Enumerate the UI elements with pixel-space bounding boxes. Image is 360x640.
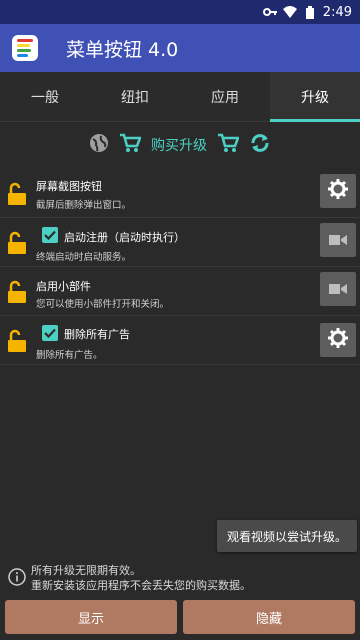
vpn-key-icon (262, 6, 277, 18)
hide-button[interactable]: 隐藏 (183, 600, 355, 634)
app-bar: 菜单按钮 4.0 (0, 24, 360, 72)
video-camera-icon (329, 231, 347, 250)
video-camera-icon (329, 280, 347, 299)
info-icon (8, 568, 26, 586)
unlocked-lock-icon (7, 329, 27, 353)
unlocked-lock-icon (7, 280, 27, 304)
setting-description: 您可以使用小部件打开和关闭。 (36, 299, 170, 310)
setting-description: 截屏后删除弹出窗口。 (36, 200, 132, 211)
setting-title: 启用小部件 (36, 280, 91, 293)
setting-remove-ads: 删除所有广告 删除所有广告。 (0, 317, 360, 365)
refresh-icon[interactable] (249, 132, 271, 158)
status-time: 2:49 (322, 4, 352, 20)
setting-enable-widget: 启用小部件 您可以使用小部件打开和关闭。 (0, 268, 360, 316)
gear-icon (328, 179, 348, 203)
battery-icon (303, 5, 317, 19)
tab-upgrade[interactable]: 升级 (270, 72, 360, 122)
app-logo-icon (12, 35, 38, 61)
buy-upgrade-label[interactable]: 购买升级 (151, 135, 207, 155)
setting-screenshot-button: 屏幕截图按钮 截屏后删除弹出窗口。 (0, 170, 360, 218)
globe-icon[interactable] (89, 133, 109, 157)
cart-icon[interactable] (217, 133, 240, 157)
setting-checkbox[interactable] (42, 325, 58, 341)
gear-icon (328, 328, 348, 352)
buy-row: 购买升级 (0, 130, 360, 160)
setting-description: 删除所有广告。 (36, 350, 103, 361)
video-tooltip[interactable]: 观看视频以尝试升级。 (217, 520, 357, 552)
info-text-line-1: 所有升级无限期有效。 (31, 564, 141, 577)
setting-title: 启动注册（启动时执行） (64, 231, 185, 244)
show-button[interactable]: 显示 (5, 600, 177, 634)
setting-checkbox[interactable] (42, 227, 58, 243)
cart-icon[interactable] (119, 133, 142, 157)
tab-bar: 一般 纽扣 应用 升级 (0, 72, 360, 122)
setting-title: 屏幕截图按钮 (36, 180, 102, 193)
gear-button[interactable] (320, 323, 356, 357)
unlocked-lock-icon (7, 231, 27, 255)
wifi-icon (282, 6, 297, 18)
gear-button[interactable] (320, 174, 356, 208)
tab-buttons[interactable]: 纽扣 (90, 72, 180, 121)
unlocked-lock-icon (7, 182, 27, 206)
video-button[interactable] (320, 223, 356, 257)
info-text-line-2: 重新安装该应用程序不会丢失您的购买数据。 (31, 579, 251, 592)
setting-description: 终端启动时启动服务。 (36, 252, 132, 263)
app-title: 菜单按钮 4.0 (66, 38, 179, 61)
status-bar: 2:49 (0, 0, 360, 24)
setting-start-on-boot: 启动注册（启动时执行） 终端启动时启动服务。 (0, 219, 360, 267)
setting-title: 删除所有广告 (64, 328, 130, 341)
tab-general[interactable]: 一般 (0, 72, 90, 121)
tab-apps[interactable]: 应用 (180, 72, 270, 121)
video-button[interactable] (320, 272, 356, 306)
